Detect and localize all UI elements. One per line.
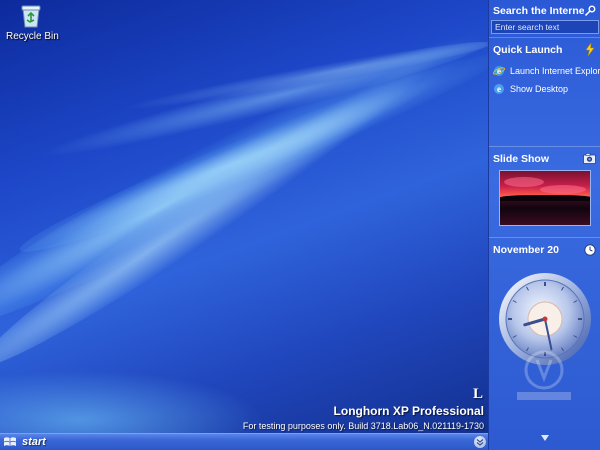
recycle-bin-icon bbox=[21, 5, 41, 28]
clock-header: November 20 bbox=[489, 241, 600, 258]
quick-launch-item-label: Show Desktop bbox=[510, 84, 569, 94]
photo-horizon bbox=[499, 195, 590, 201]
chevron-down-icon bbox=[476, 439, 484, 446]
watermark-build: For testing purposes only. Build 3718.La… bbox=[242, 421, 484, 431]
magnifier-pen-icon[interactable] bbox=[584, 5, 596, 17]
quick-launch-item-internet-explorer[interactable]: e Launch Internet Explore bbox=[489, 62, 600, 80]
sidebar: Search the Interne Quick Launch e Launch… bbox=[488, 0, 600, 450]
watermark-edition: Longhorn XP Professional bbox=[333, 404, 484, 418]
faded-longhorn-logo bbox=[517, 350, 571, 400]
taskbar: start bbox=[0, 433, 488, 450]
slide-show-tile: Slide Show bbox=[489, 147, 600, 237]
quick-launch-header: Quick Launch bbox=[489, 41, 600, 58]
search-tile-header: Search the Interne bbox=[489, 2, 600, 19]
windows-logo-icon bbox=[4, 437, 16, 446]
slide-show-title: Slide Show bbox=[493, 152, 550, 165]
start-button[interactable]: start bbox=[0, 434, 60, 450]
desktop-icon-recycle-bin[interactable]: Recycle Bin bbox=[6, 3, 59, 42]
build-watermark: L Longhorn XP Professional For testing p… bbox=[243, 386, 484, 431]
search-tile: Search the Interne bbox=[489, 0, 600, 37]
sidebar-scroll-down-arrow[interactable] bbox=[541, 435, 549, 441]
clock-pivot bbox=[542, 316, 547, 322]
svg-text:e: e bbox=[497, 84, 501, 94]
clock-date: November 20 bbox=[493, 243, 559, 256]
clock-icon[interactable] bbox=[584, 243, 596, 256]
desktop: Recycle Bin L Longhorn XP Professional F… bbox=[0, 0, 488, 433]
watermark-logo: L bbox=[472, 386, 484, 402]
start-button-label: start bbox=[22, 436, 46, 448]
show-desktop-icon: e bbox=[494, 84, 504, 94]
photo-cloud bbox=[503, 177, 544, 187]
quick-launch-tile: Quick Launch e Launch Internet Explore e… bbox=[489, 38, 600, 146]
photo-cloud bbox=[539, 185, 586, 194]
slide-show-photo[interactable] bbox=[498, 170, 591, 226]
search-tile-title: Search the Interne bbox=[493, 4, 585, 17]
quick-launch-title: Quick Launch bbox=[493, 43, 563, 56]
quick-launch-item-show-desktop[interactable]: e Show Desktop bbox=[489, 80, 600, 98]
tray-chevron-icon[interactable] bbox=[474, 436, 486, 448]
lightning-icon[interactable] bbox=[584, 43, 596, 56]
quick-launch-item-label: Launch Internet Explore bbox=[510, 66, 600, 76]
internet-explorer-icon: e bbox=[493, 66, 505, 76]
slide-show-header: Slide Show bbox=[489, 150, 600, 167]
desktop-icon-label: Recycle Bin bbox=[6, 31, 59, 42]
camera-icon[interactable] bbox=[583, 153, 596, 164]
search-input[interactable] bbox=[491, 20, 599, 34]
clock-tile: November 20 bbox=[489, 238, 600, 433]
